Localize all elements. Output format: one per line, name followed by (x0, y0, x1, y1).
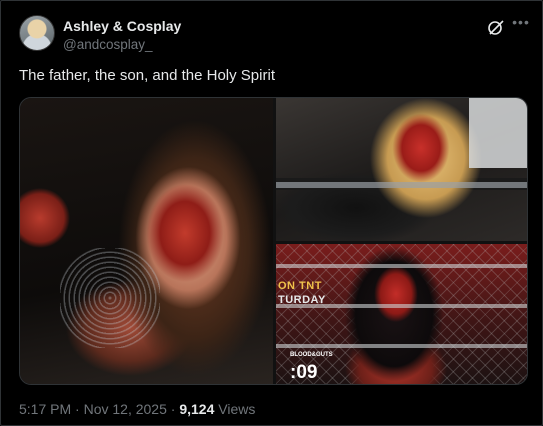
broadcast-small-text: BLOOD&GUTS (290, 352, 333, 358)
footer-separator: · (71, 401, 84, 417)
avatar[interactable] (19, 15, 55, 51)
broadcast-overlay-line2: TURDAY (278, 294, 326, 306)
views-count: 9,124 (179, 401, 215, 417)
tweet-text: The father, the son, and the Holy Spirit (19, 67, 275, 84)
tweet-card: Ashley & Cosplay @andcosplay_ ••• The fa… (0, 0, 543, 426)
tweet-footer: 5:17 PM · Nov 12, 2025 · 9,124 Views (19, 401, 255, 417)
more-icon[interactable]: ••• (511, 15, 531, 35)
media-grid: ON TNT TURDAY BLOOD&GUTS :09 (19, 97, 528, 385)
photo-top-right[interactable] (276, 98, 527, 241)
costume-sparkle (60, 248, 160, 348)
author-handle[interactable]: @andcosplay_ (63, 37, 153, 52)
author-name[interactable]: Ashley & Cosplay (63, 18, 181, 34)
tweet-date[interactable]: Nov 12, 2025 (84, 401, 167, 417)
footer-separator: · (166, 401, 180, 417)
tweet-time[interactable]: 5:17 PM (19, 401, 71, 417)
views-label: Views (214, 401, 256, 417)
broadcast-overlay-line1: ON TNT (278, 280, 322, 292)
ring-rope (276, 182, 527, 188)
grok-icon[interactable] (487, 19, 505, 37)
cage-bar (276, 264, 527, 268)
ring-logo (469, 98, 527, 168)
photo-left[interactable] (20, 98, 273, 384)
tweet-header: Ashley & Cosplay @andcosplay_ ••• (19, 15, 529, 55)
cage-bar (276, 344, 527, 348)
photo-bottom-right[interactable]: ON TNT TURDAY BLOOD&GUTS :09 (276, 244, 527, 384)
broadcast-timer: :09 (290, 362, 318, 383)
